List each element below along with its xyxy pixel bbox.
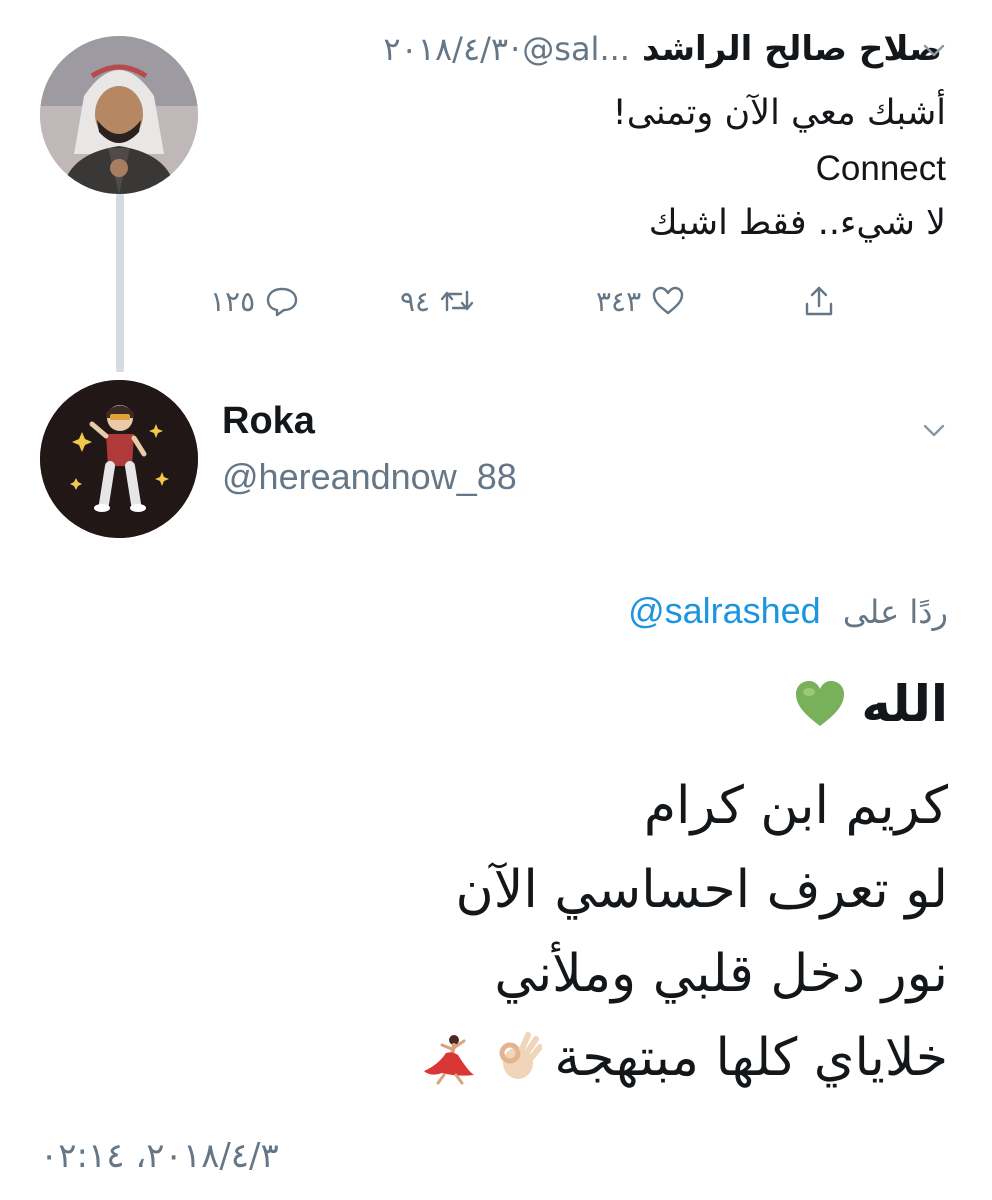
dancer-emoji — [424, 1035, 475, 1085]
parent-author-name[interactable]: صلاح صالح الراشد — [642, 29, 942, 69]
reply-author-avatar[interactable] — [40, 380, 198, 538]
tweet-line-text: الله — [861, 675, 948, 733]
tweet-line: الله — [48, 664, 948, 744]
reply-button[interactable]: ١٢٥ — [210, 276, 301, 326]
share-icon — [805, 286, 833, 316]
chevron-down-icon[interactable] — [920, 416, 948, 444]
parent-author-handle[interactable]: @sal... — [522, 30, 630, 68]
reply-author-name[interactable]: Roka — [222, 400, 315, 443]
replying-to: ردًا على @salrashed — [628, 590, 948, 632]
tweet-line: Connect — [815, 149, 946, 188]
reply-timestamp[interactable]: ٢٠١٨/٤/٣، ٠٢:١٤ — [40, 1136, 279, 1176]
replying-mention-link[interactable]: @salrashed — [628, 590, 821, 631]
reply-count: ١٢٥ — [210, 284, 256, 318]
reply-author-handle[interactable]: @hereandnow_88 — [222, 456, 517, 498]
share-button[interactable] — [800, 276, 838, 326]
ok-hand-emoji — [499, 1032, 543, 1079]
retweet-button[interactable]: ٩٤ — [400, 276, 476, 326]
tweet-line: أشبك معي الآن وتمنى! — [612, 93, 946, 133]
parent-tweet-text: أشبك معي الآن وتمنى! Connect لا شيء.. فق… — [246, 86, 946, 251]
avatar-image — [40, 380, 198, 538]
like-count: ٣٤٣ — [596, 284, 642, 318]
green-heart-emoji — [796, 681, 845, 726]
like-icon — [652, 286, 684, 315]
tweet-line: لا شيء.. فقط اشبك — [648, 203, 946, 243]
parent-tweet-header: صلاح صالح الراشد @sal... · ٢٠١٨/٤/٣ — [383, 24, 942, 74]
tweet-actions: ١٢٥ ٩٤ ٣٤٣ — [0, 276, 992, 326]
like-button[interactable]: ٣٤٣ — [596, 276, 687, 326]
tweet-line: لو تعرف احساسي الآن — [455, 860, 948, 920]
parent-tweet-date[interactable]: ٢٠١٨/٤/٣ — [383, 30, 508, 68]
tweet-line: خلاياي كلها مبتهجة — [48, 1016, 948, 1100]
reply-tweet-text: الله كريم ابن كرام لو تعرف احساسي الآن ن… — [48, 664, 948, 1100]
chevron-down-icon[interactable] — [920, 36, 948, 64]
tweet-line: كريم ابن كرام — [643, 776, 948, 836]
retweet-count: ٩٤ — [400, 284, 431, 318]
avatar-image — [40, 36, 198, 194]
header-separator: · — [510, 30, 521, 68]
parent-author-avatar[interactable] — [40, 36, 198, 194]
retweet-icon — [440, 290, 474, 312]
reply-icon — [266, 287, 298, 317]
tweet-line: نور دخل قلبي وملأني — [494, 944, 948, 1004]
replying-prefix: ردًا على — [842, 593, 948, 631]
tweet-line-text: خلاياي كلها مبتهجة — [554, 1028, 948, 1088]
